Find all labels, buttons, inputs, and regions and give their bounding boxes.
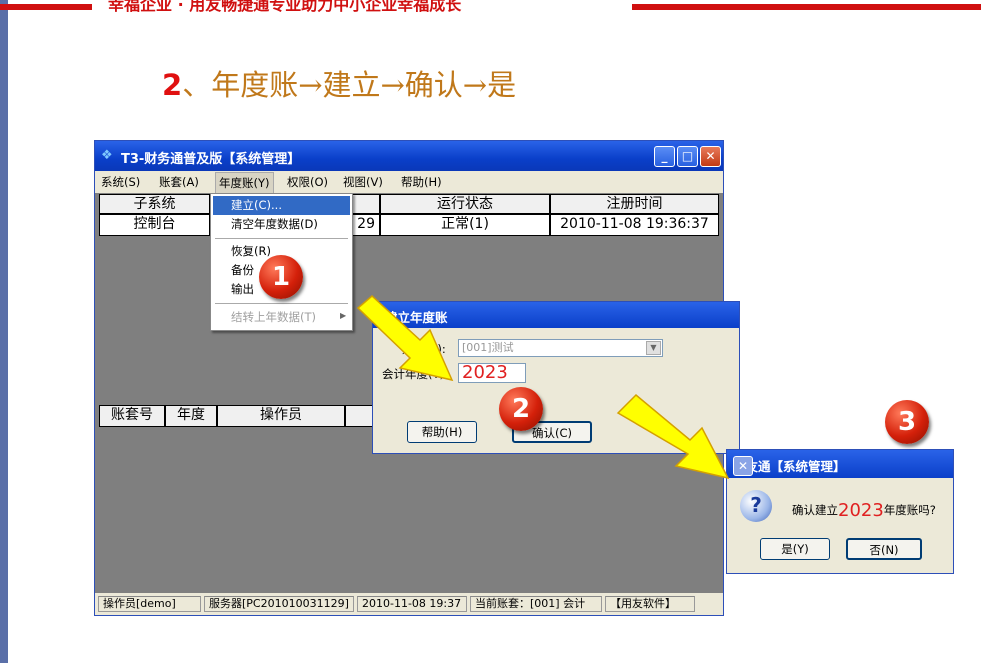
- arrow-to-year-input: [356, 294, 454, 382]
- callout-arrows: [356, 294, 730, 480]
- step-badge-1: 1: [259, 255, 303, 299]
- arrow-to-confirm-dialog: [616, 393, 730, 480]
- step-badge-3: 3: [885, 400, 929, 444]
- step-badge-2: 2: [499, 387, 543, 431]
